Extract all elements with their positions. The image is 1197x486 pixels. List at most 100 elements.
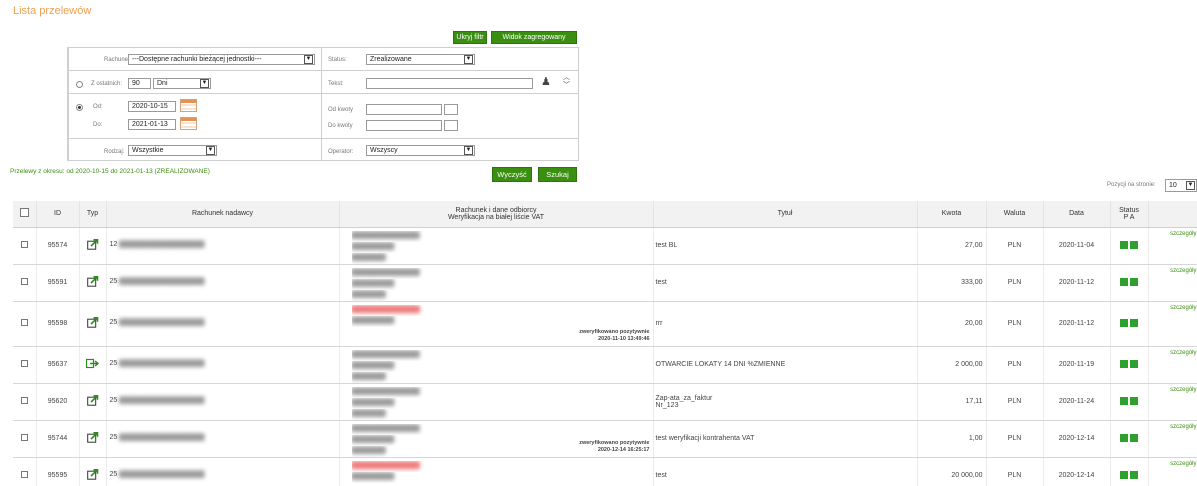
row-date: 2020-11-24 [1043, 383, 1111, 421]
row-select-cell[interactable] [13, 420, 37, 458]
last-days-input[interactable]: 90 [128, 78, 151, 89]
status-select[interactable]: Zrealizowane ▼ [366, 54, 475, 65]
amount-from-label: Od kwoty [328, 107, 354, 113]
calendar-icon[interactable] [180, 99, 197, 112]
row-checkbox[interactable] [20, 471, 28, 478]
row-status [1110, 383, 1149, 421]
row-recipient: ████████████████ ██████████ ████████ [339, 383, 654, 421]
row-title: OTWARCIE LOKATY 14 DNI %ZMIENNE [653, 346, 918, 384]
column-header-type[interactable]: Typ [79, 201, 107, 228]
row-select-cell[interactable] [13, 301, 37, 347]
status-p-indicator [1120, 396, 1128, 405]
column-header-currency[interactable]: Waluta [986, 201, 1044, 228]
row-sender: 25 ████████████████████ [106, 457, 340, 486]
status-a-indicator [1130, 396, 1138, 405]
row-checkbox[interactable] [20, 278, 28, 285]
row-type-cell [79, 383, 107, 421]
sender-prefix: 25 [109, 360, 118, 367]
clear-button[interactable]: Wyczyść [492, 167, 532, 182]
row-checkbox[interactable] [20, 397, 28, 404]
verification-date: 2020-11-10 13:49:46 [598, 335, 650, 342]
last-days-radio[interactable] [76, 81, 83, 88]
per-page-select[interactable]: 10 ▼ [1165, 179, 1197, 192]
sender-account-redacted: ████████████████████ [119, 398, 205, 404]
row-select-cell[interactable] [13, 264, 37, 302]
table-row[interactable]: 95598 25 ████████████████████ ████████████… [13, 301, 1197, 347]
row-recipient: ████████████████ ██████████ ████████ zweryf… [339, 420, 654, 458]
column-header-id[interactable]: ID [36, 201, 80, 228]
account-select[interactable]: ---Dostępne rachunki bieżącej jednostki-… [128, 54, 315, 65]
details-link[interactable]: szczegóły [1170, 231, 1196, 237]
table-row[interactable]: 95744 25 ████████████████████ ████████████… [13, 420, 1197, 458]
amount-from-input[interactable] [366, 104, 442, 115]
row-sender: 25 ████████████████████ [106, 346, 340, 384]
type-select[interactable]: Wszystkie ▼ [128, 145, 217, 156]
sort-arrows-icon[interactable]: ︿ ﹀ [563, 74, 570, 90]
chevron-down-icon: ▼ [1186, 181, 1195, 190]
table-row[interactable]: 95595 25 ████████████████████ ████████████… [13, 457, 1197, 486]
amount-to-decimal-input[interactable] [444, 120, 458, 131]
verification-date: 2020-12-14 16:25:17 [597, 446, 650, 453]
table-row[interactable]: 95620 25 ████████████████████ ████████████… [13, 383, 1197, 421]
sender-prefix: 25 [109, 319, 118, 326]
text-label: Tekst: [328, 81, 344, 87]
row-title: test BL [653, 227, 918, 265]
calendar-icon[interactable] [180, 117, 197, 130]
details-link[interactable]: szczegóły [1170, 268, 1196, 274]
chevron-down-icon: ▼ [304, 55, 313, 64]
row-actions: szczegóły [1148, 457, 1197, 486]
details-link[interactable]: szczegóły [1170, 387, 1196, 393]
row-type-cell [79, 457, 107, 486]
table-row[interactable]: 95574 12 ████████████████████ ████████████… [13, 227, 1197, 265]
row-recipient: ████████████████ ██████████ ████████ [339, 346, 654, 384]
amount-from-decimal-input[interactable] [444, 104, 458, 115]
row-id: 95620 [36, 383, 80, 421]
details-link[interactable]: szczegóły [1170, 350, 1196, 356]
row-checkbox[interactable] [20, 319, 28, 326]
column-header-recipient[interactable]: Rachunek i dane odbiorcy Weryfikacja na b… [339, 201, 654, 228]
row-checkbox[interactable] [20, 241, 28, 248]
status-p-indicator [1120, 433, 1128, 442]
search-button[interactable]: Szukaj [538, 167, 577, 182]
row-select-cell[interactable] [13, 383, 37, 421]
details-link[interactable]: szczegóły [1170, 424, 1196, 430]
table-row[interactable]: 95591 25 ████████████████████ ████████████… [13, 264, 1197, 302]
text-input[interactable] [366, 78, 533, 89]
row-select-cell[interactable] [13, 457, 37, 486]
row-currency: PLN [986, 346, 1044, 384]
column-header-status[interactable]: Status P A [1110, 201, 1149, 228]
column-header-title[interactable]: Tytuł [653, 201, 918, 228]
table-row[interactable]: 95637 25 ████████████████████ ████████████… [13, 346, 1197, 384]
details-link[interactable]: szczegóły [1170, 461, 1196, 467]
select-all-checkbox[interactable] [19, 208, 29, 218]
column-header-amount[interactable]: Kwota [917, 201, 987, 228]
row-recipient: ████████████████ ██████████ zweryfikowano … [339, 301, 654, 347]
row-title: test [653, 457, 918, 486]
per-page-label: Pozycji na stronie: [1107, 182, 1156, 188]
row-checkbox[interactable] [20, 434, 28, 441]
row-checkbox[interactable] [20, 360, 28, 367]
row-type-cell [79, 264, 107, 302]
row-select-cell[interactable] [13, 346, 37, 384]
row-select-cell[interactable] [13, 227, 37, 265]
row-status [1110, 301, 1149, 347]
date-to-input[interactable]: 2021-01-13 [128, 119, 176, 130]
column-header-date[interactable]: Data [1043, 201, 1111, 228]
user-icon[interactable]: ♟ [541, 75, 551, 88]
status-p-indicator [1120, 240, 1128, 249]
sender-account-redacted: ████████████████████ [119, 320, 205, 326]
row-sender: 25 ████████████████████ [106, 301, 340, 347]
column-header-sender[interactable]: Rachunek nadawcy [106, 201, 340, 228]
row-id: 95591 [36, 264, 80, 302]
select-all-header[interactable] [13, 201, 37, 228]
row-type-cell [79, 227, 107, 265]
sender-account-redacted: ████████████████████ [119, 435, 205, 441]
date-from-input[interactable]: 2020-10-15 [128, 101, 176, 112]
details-link[interactable]: szczegóły [1170, 305, 1196, 311]
date-range-radio[interactable] [76, 104, 83, 111]
last-days-unit-select[interactable]: Dni ▼ [153, 78, 211, 89]
aggregated-view-button[interactable]: Widok zagregowany [491, 31, 577, 44]
operator-select[interactable]: Wszyscy ▼ [366, 145, 475, 156]
hide-filter-button[interactable]: Ukryj filtr [453, 31, 487, 44]
amount-to-input[interactable] [366, 120, 442, 131]
